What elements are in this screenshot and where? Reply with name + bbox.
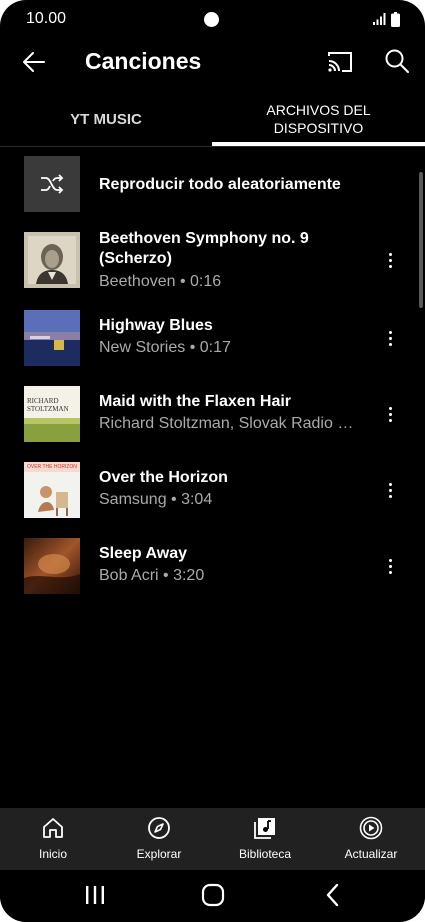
nav-label-biblioteca: Biblioteca <box>238 847 292 861</box>
tabs-divider <box>0 146 425 147</box>
play-circle-icon <box>359 816 383 840</box>
tab-yt-music-label: YT MUSIC <box>70 110 142 128</box>
tab-device-files[interactable]: ARCHIVOS DEL DISPOSITIVO <box>212 92 425 146</box>
nav-label-inicio: Inicio <box>38 847 67 861</box>
album-art-beethoven <box>24 232 80 288</box>
more-options-icon[interactable] <box>380 478 400 502</box>
song-row-over-the-horizon[interactable]: OVER THE HORIZON Over the Horizon Samsun… <box>0 456 425 522</box>
app-bar: Canciones <box>0 40 425 84</box>
nav-label-explorar: Explorar <box>136 847 182 861</box>
album-art-highway-blues <box>24 310 80 366</box>
home-icon <box>43 818 63 838</box>
more-options-icon[interactable] <box>380 326 400 350</box>
signal-icon <box>373 13 386 25</box>
tab-device-files-label-line1: ARCHIVOS DEL <box>266 102 371 118</box>
album-art-sleep-away <box>24 538 80 594</box>
album-art-text-line1: RICHARD <box>27 397 59 405</box>
song-subtitle: Bob Acri • 3:20 <box>99 567 205 584</box>
tab-device-files-label: ARCHIVOS DEL DISPOSITIVO <box>266 101 370 137</box>
song-title: Highway Blues <box>99 317 213 334</box>
front-camera <box>204 12 219 27</box>
song-subtitle: New Stories • 0:17 <box>99 339 231 356</box>
back-button-icon[interactable] <box>318 882 348 908</box>
song-row-highway-blues[interactable]: Highway Blues New Stories • 0:17 <box>0 304 425 370</box>
recent-apps-icon[interactable] <box>80 882 110 908</box>
nav-item-biblioteca[interactable]: Biblioteca <box>212 808 318 870</box>
album-art-text-line2: STOLTZMAN <box>27 405 69 413</box>
song-row-maid-flaxen-hair[interactable]: RICHARD STOLTZMAN Maid with the Flaxen H… <box>0 380 425 446</box>
shuffle-all-row[interactable]: Reproducir todo aleatoriamente <box>0 150 425 216</box>
shuffle-thumbnail <box>24 156 80 212</box>
page-title: Canciones <box>85 48 202 74</box>
nav-item-actualizar[interactable]: Actualizar <box>318 808 424 870</box>
nav-item-explorar[interactable]: Explorar <box>106 808 212 870</box>
tab-bar: YT MUSIC ARCHIVOS DEL DISPOSITIVO <box>0 92 425 146</box>
song-title: Sleep Away <box>99 545 188 562</box>
status-time: 10.00 <box>26 10 67 27</box>
system-navigation-bar <box>0 870 425 922</box>
song-title-line1: Beethoven Symphony no. 9 <box>99 230 309 247</box>
song-row-beethoven[interactable]: Beethoven Symphony no. 9 (Scherzo) Beeth… <box>0 226 425 296</box>
song-row-sleep-away[interactable]: Sleep Away Bob Acri • 3:20 <box>0 532 425 598</box>
nav-item-inicio[interactable]: Inicio <box>0 808 106 870</box>
song-title-line2: (Scherzo) <box>99 250 172 267</box>
shuffle-icon <box>41 174 64 194</box>
more-options-icon[interactable] <box>380 554 400 578</box>
tab-yt-music[interactable]: YT MUSIC <box>0 92 212 146</box>
scrollbar[interactable] <box>419 172 423 308</box>
cast-icon[interactable] <box>326 49 354 75</box>
search-icon[interactable] <box>384 48 410 74</box>
bottom-navigation: Inicio Explorar Biblioteca Actualizar <box>0 808 425 870</box>
song-subtitle: Samsung • 3:04 <box>99 491 213 508</box>
tab-device-files-label-line2: DISPOSITIVO <box>273 120 364 136</box>
song-subtitle: Richard Stoltzman, Slovak Radio Symphony… <box>99 415 361 432</box>
home-button-icon[interactable] <box>198 882 228 908</box>
song-title: Over the Horizon <box>99 469 228 486</box>
library-icon <box>254 818 275 839</box>
shuffle-all-label: Reproducir todo aleatoriamente <box>99 176 341 193</box>
more-options-icon[interactable] <box>380 248 400 272</box>
song-subtitle: Beethoven • 0:16 <box>99 273 222 290</box>
album-art-text: OVER THE HORIZON <box>27 464 77 470</box>
compass-icon <box>148 817 170 839</box>
album-art-text: RICHARD STOLTZMAN <box>27 397 79 413</box>
album-art-over-the-horizon: OVER THE HORIZON <box>24 462 80 518</box>
song-title: Maid with the Flaxen Hair <box>99 393 292 410</box>
status-bar: 10.00 <box>0 0 425 40</box>
album-art-maid-flaxen-hair: RICHARD STOLTZMAN <box>24 386 80 442</box>
nav-label-actualizar: Actualizar <box>344 847 398 861</box>
battery-icon <box>391 12 400 27</box>
phone-screen: 10.00 Canciones YT MUSIC ARCHIVOS DEL DI… <box>0 0 425 922</box>
more-options-icon[interactable] <box>380 402 400 426</box>
back-arrow-icon[interactable] <box>20 49 48 75</box>
